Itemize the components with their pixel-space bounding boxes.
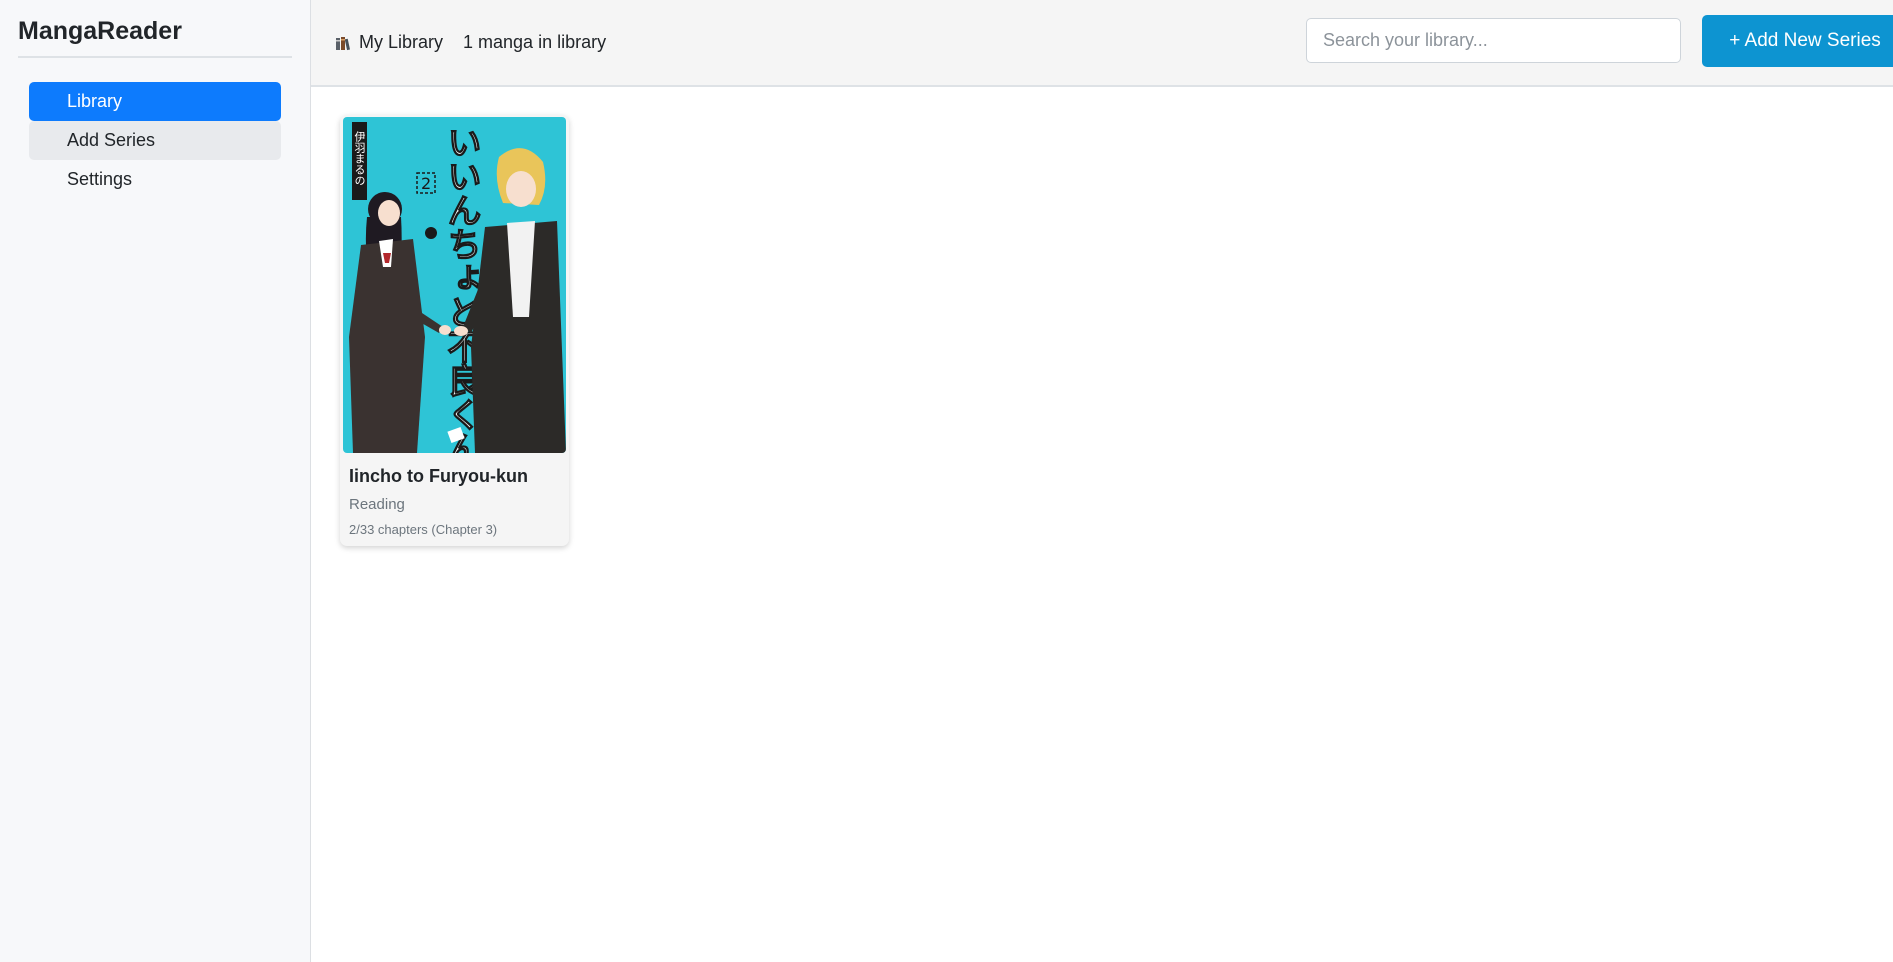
- manga-status: Reading: [349, 496, 405, 513]
- app-brand: MangaReader: [18, 0, 292, 58]
- sidebar-item-add-series[interactable]: Add Series: [29, 121, 281, 160]
- manga-card[interactable]: 伊羽まるの 2 いいんちょと不良くん Iincho to Furyou-kun …: [340, 115, 569, 546]
- search-input[interactable]: [1306, 18, 1681, 63]
- cover-volume-number: 2: [421, 174, 431, 193]
- cover-author-text: 伊羽まるの: [353, 131, 366, 186]
- add-new-series-button[interactable]: + Add New Series: [1702, 15, 1893, 67]
- top-bar: My Library 1 manga in library + Add New …: [311, 0, 1893, 87]
- library-count: 1 manga in library: [463, 32, 607, 52]
- breadcrumb: My Library: [335, 32, 443, 53]
- page-title: My Library: [359, 32, 444, 52]
- sidebar-item-settings[interactable]: Settings: [29, 160, 281, 199]
- manga-title[interactable]: Iincho to Furyou-kun: [349, 466, 560, 487]
- main-content: My Library 1 manga in library + Add New …: [311, 0, 1893, 962]
- manga-cover-image[interactable]: 伊羽まるの 2 いいんちょと不良くん: [343, 117, 566, 453]
- library-grid: 伊羽まるの 2 いいんちょと不良くん Iincho to Furyou-kun …: [311, 87, 1893, 546]
- app-root: MangaReader Library Add Series Settings: [0, 0, 1893, 962]
- sidebar-item-library[interactable]: Library: [29, 82, 281, 121]
- manga-card-body: Iincho to Furyou-kun Reading 2/33 chapte…: [340, 453, 569, 537]
- sidebar-nav: Library Add Series Settings: [18, 82, 292, 199]
- manga-progress: 2/33 chapters (Chapter 3): [349, 522, 498, 537]
- books-icon: [335, 35, 354, 51]
- sidebar: MangaReader Library Add Series Settings: [0, 0, 311, 962]
